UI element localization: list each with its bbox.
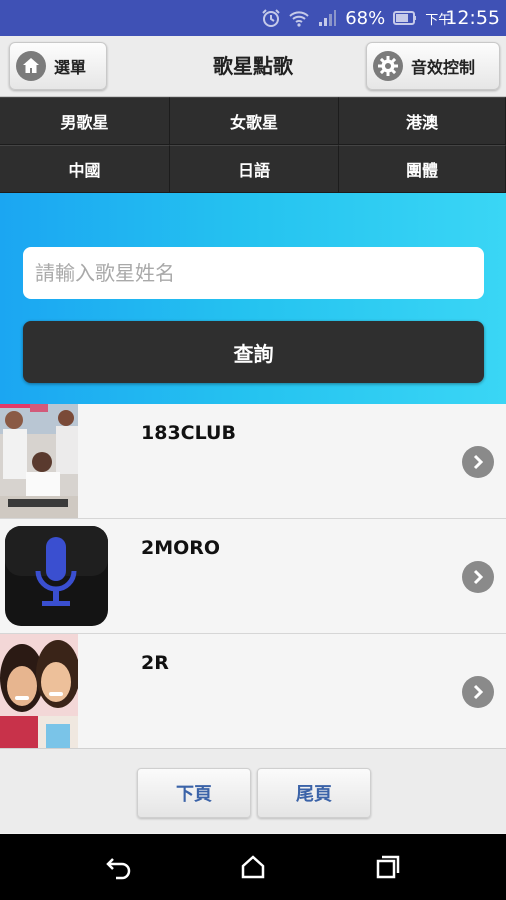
last-page-button[interactable]: 尾頁 [257,768,371,818]
category-japanese[interactable]: 日語 [170,145,339,193]
home-icon [16,51,46,81]
signal-icon [319,10,337,26]
microphone-icon [0,519,110,633]
category-hk-macau[interactable]: 港澳 [339,97,506,145]
sound-effects-button[interactable]: 音效控制 [366,42,500,90]
gear-icon [373,51,403,81]
artist-list: 183CLUB 2MORO 2R [0,404,506,749]
app-header: 選單 歌星點歌 音效控制 [0,36,506,97]
artist-photo [0,404,78,518]
menu-button[interactable]: 選單 [9,42,107,90]
next-page-button[interactable]: 下頁 [137,768,251,818]
list-item[interactable]: 2R [0,634,506,749]
list-item[interactable]: 183CLUB [0,404,506,519]
alarm-icon [262,9,280,27]
category-grid: 男歌星 女歌星 港澳 中國 日語 團體 [0,97,506,193]
category-china[interactable]: 中國 [0,145,170,193]
menu-button-label: 選單 [54,58,87,77]
list-item[interactable]: 2MORO [0,519,506,634]
category-groups[interactable]: 團體 [339,145,506,193]
recent-apps-icon[interactable] [373,852,403,882]
clock: 12:55 [445,7,500,29]
sound-effects-label: 音效控制 [411,58,476,77]
pagination-bar: 下頁 尾頁 [0,748,506,833]
battery-icon [393,11,417,25]
category-male-singers[interactable]: 男歌星 [0,97,170,145]
artist-photo [0,634,78,748]
artist-name: 2R [141,652,169,674]
chevron-right-icon [462,446,494,478]
search-panel: 查詢 [0,193,506,404]
back-icon[interactable] [104,852,134,882]
artist-name: 183CLUB [141,422,236,444]
battery-percent: 68% [345,7,386,29]
home-nav-icon[interactable] [238,852,268,882]
chevron-right-icon [462,676,494,708]
system-nav-bar [0,834,506,900]
chevron-right-icon [462,561,494,593]
category-female-singers[interactable]: 女歌星 [170,97,339,145]
artist-name: 2MORO [141,537,221,559]
search-button[interactable]: 查詢 [23,321,484,383]
wifi-icon [289,11,309,27]
status-bar: 68% 下午12:55 [0,0,506,36]
singer-search-input[interactable] [23,247,484,299]
page-title: 歌星點歌 [213,54,293,78]
